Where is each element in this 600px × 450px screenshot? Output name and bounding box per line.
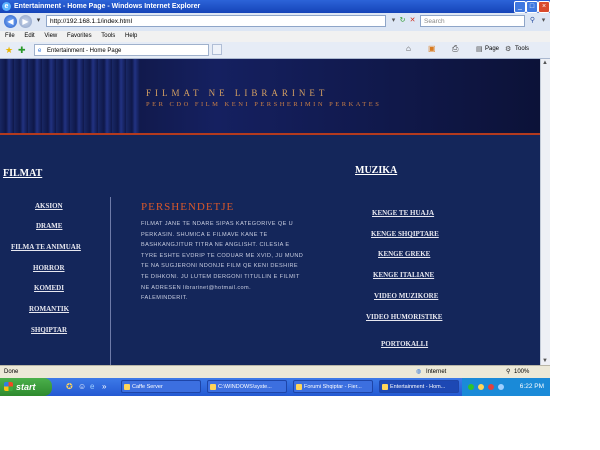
banner-title: FILMAT NE LIBRARINET	[146, 88, 329, 98]
film-link-aksion[interactable]: AKSION	[35, 202, 63, 210]
muzika-heading-link[interactable]: MUZIKA	[355, 165, 397, 176]
tray-antivirus-icon[interactable]	[488, 384, 494, 390]
maximize-button[interactable]: □	[526, 1, 538, 13]
window-title-bar: e Entertainment - Home Page - Windows In…	[0, 0, 550, 13]
stop-icon[interactable]: ✕	[408, 16, 417, 25]
greeting-line: FILMAT JANE TE NDARE SIPAS KATEGORIVE QE…	[141, 221, 294, 227]
greeting-line: NE ADRESEN librarinet@hotmail.com.	[141, 284, 252, 291]
music-link-kenge-italiane[interactable]: KENGE ITALIANE	[373, 271, 434, 279]
film-link-horror[interactable]: HORROR	[33, 264, 65, 272]
menu-edit[interactable]: Edit	[24, 33, 34, 39]
tray-network-icon[interactable]	[468, 384, 474, 390]
banner-divider	[0, 133, 540, 135]
task-caffe-server[interactable]: Caffe Server	[121, 380, 201, 393]
site-banner: FILMAT NE LIBRARINET PER CDO FILM KENI P…	[0, 59, 540, 133]
feeds-icon[interactable]: ▣	[428, 44, 436, 53]
film-link-komedi[interactable]: KOMEDI	[34, 284, 64, 292]
page-menu[interactable]: Page	[485, 46, 499, 52]
tools-menu[interactable]: Tools	[515, 46, 529, 52]
clock: 6:22 PM	[519, 383, 544, 390]
banner-subtitle: PER CDO FILM KENI PERSHERIMIN PERKATES	[146, 101, 382, 108]
favorites-star-icon[interactable]: ★	[5, 45, 13, 56]
quick-launch-icon[interactable]: ☺	[78, 382, 86, 391]
music-link-portokalli[interactable]: PORTOKALLI	[381, 340, 428, 348]
search-options-chevron-icon[interactable]: ▾	[539, 16, 548, 25]
greeting-line: FALEMINDERIT.	[141, 295, 188, 302]
greeting-heading: PERSHENDETJE	[141, 201, 235, 213]
scroll-down-icon[interactable]: ▼	[542, 358, 548, 364]
menu-tools[interactable]: Tools	[101, 33, 115, 39]
taskbar: start ✪ ☺ e » Caffe Server C:\WINDOWS\sy…	[0, 378, 550, 396]
back-button[interactable]: ◀	[4, 15, 17, 28]
add-favorites-icon[interactable]: ✚	[18, 45, 26, 56]
music-link-video-humoristike[interactable]: VIDEO HUMORISTIKE	[366, 313, 442, 321]
vertical-scrollbar[interactable]: ▲ ▼	[540, 59, 550, 365]
menu-favorites[interactable]: Favorites	[67, 33, 92, 39]
menu-bar: File Edit View Favorites Tools Help	[0, 31, 550, 42]
greeting-line: BASHKANGJITUR TITRA NE ANGLISHT. CILESIA…	[141, 242, 290, 249]
music-link-kenge-greke[interactable]: KENGE GREKE	[378, 250, 430, 258]
home-icon[interactable]: ⌂	[406, 44, 411, 53]
address-toolbar: ◀ ▶ ▾ http://192.168.1.1/index.html ▾ ↻ …	[0, 13, 550, 32]
greeting-line: TE NA SUGJERONI NDONJE FILM QE KENI DESH…	[141, 263, 299, 270]
windows-flag-icon	[4, 382, 13, 391]
recent-pages-chevron-icon[interactable]: ▾	[34, 16, 43, 25]
quick-launch-icon[interactable]: ✪	[66, 382, 73, 391]
quick-launch-chevron-icon[interactable]: »	[102, 382, 106, 391]
close-button[interactable]: ×	[538, 1, 550, 13]
page-favicon-icon: e	[38, 48, 42, 54]
address-input[interactable]: http://192.168.1.1/index.html	[46, 15, 386, 27]
search-icon[interactable]: ⚲	[528, 16, 537, 25]
minimize-button[interactable]: _	[514, 1, 526, 13]
film-link-animuar[interactable]: FILMA TE ANIMUAR	[11, 243, 81, 251]
menu-file[interactable]: File	[5, 33, 15, 39]
task-forumi-shqiptar[interactable]: Forumi Shqiptar - Fier...	[293, 380, 373, 393]
task-cmd-window[interactable]: C:\WINDOWS\syste...	[207, 380, 287, 393]
web-page-content: FILMAT NE LIBRARINET PER CDO FILM KENI P…	[0, 59, 540, 365]
menu-view[interactable]: View	[44, 33, 57, 39]
curtain-graphic	[0, 59, 140, 133]
music-link-video-muzikore[interactable]: VIDEO MUZIKORE	[374, 292, 438, 300]
music-link-kenge-shqiptare[interactable]: KENGE SHQIPTARE	[371, 230, 439, 238]
start-label: start	[16, 382, 36, 392]
tab-entertainment[interactable]: e Entertainment - Home Page	[34, 44, 209, 56]
address-dropdown-icon[interactable]: ▾	[389, 16, 398, 25]
new-tab-button[interactable]	[212, 44, 222, 55]
film-link-romantik[interactable]: ROMANTIK	[29, 305, 69, 313]
greeting-text: FILMAT JANE TE NDARE SIPAS KATEGORIVE QE…	[141, 219, 341, 304]
task-entertainment[interactable]: Entertainment - Hom...	[379, 380, 459, 393]
page-icon: ▤	[476, 46, 483, 53]
film-link-shqiptar[interactable]: SHQIPTAR	[31, 326, 67, 334]
scroll-up-icon[interactable]: ▲	[542, 60, 548, 66]
tab-label: Entertainment - Home Page	[47, 48, 122, 54]
refresh-icon[interactable]: ↻	[398, 16, 407, 25]
print-icon[interactable]: ⎙	[452, 44, 458, 54]
column-divider	[110, 197, 111, 365]
start-button[interactable]: start	[0, 378, 52, 396]
tray-app-icon[interactable]	[478, 384, 484, 390]
greeting-line: TYRE ESHTE EVDRIP TE CODUAR ME XVID, JU …	[141, 252, 304, 259]
tab-toolbar: ★ ✚ e Entertainment - Home Page ⌂ ▣ ⎙ ▤ …	[0, 42, 550, 59]
filmat-heading-link[interactable]: FILMAT	[3, 168, 42, 179]
ie-logo-icon: e	[2, 2, 11, 11]
music-link-kenge-te-huaja[interactable]: KENGE TE HUAJA	[372, 209, 434, 217]
tools-gear-icon: ⚙	[505, 46, 512, 53]
menu-help[interactable]: Help	[125, 33, 137, 39]
search-input[interactable]: Search	[420, 15, 525, 27]
forward-button[interactable]: ▶	[19, 15, 32, 28]
window-title: Entertainment - Home Page - Windows Inte…	[14, 3, 201, 10]
film-link-drame[interactable]: DRAME	[36, 222, 62, 230]
tray-volume-icon[interactable]	[498, 384, 504, 390]
system-tray: 6:22 PM	[462, 378, 550, 396]
greeting-line: TE DIHKONI. JU LUTEM DERGONI TITULLIN E …	[141, 273, 300, 280]
greeting-line: PERKASIN. SHUMICA E FILMAVE KANE TE	[141, 231, 268, 238]
quick-launch-ie-icon[interactable]: e	[90, 382, 94, 391]
status-bar: Done ◍ Internet ⚲ 100%	[0, 365, 550, 379]
